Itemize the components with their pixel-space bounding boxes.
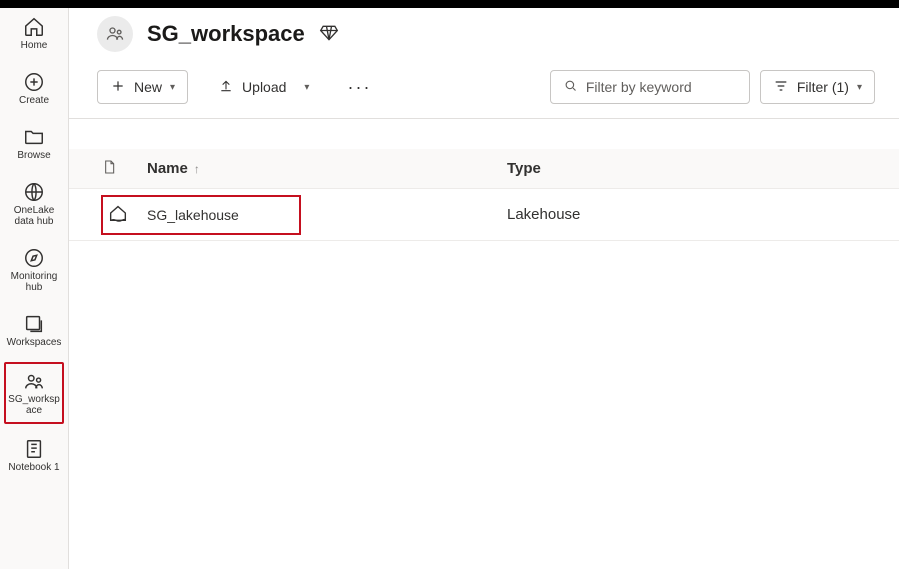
column-label: Name <box>147 160 188 177</box>
nav-label: Create <box>19 95 49 106</box>
filter-icon <box>773 78 789 97</box>
home-icon <box>23 16 45 38</box>
column-type-header[interactable]: Type <box>507 160 899 177</box>
nav-label: OneLake data hub <box>6 205 62 227</box>
column-icon-header[interactable] <box>101 159 147 178</box>
nav-onelake[interactable]: OneLake data hub <box>4 175 64 233</box>
button-label: Filter (1) <box>797 79 849 95</box>
nav-current-workspace[interactable]: SG_workspace <box>4 362 64 424</box>
globe-icon <box>23 181 45 203</box>
notebook-icon <box>23 438 45 460</box>
nav-monitoring[interactable]: Monitoring hub <box>4 241 64 299</box>
button-label: Upload <box>242 79 286 95</box>
page-title: SG_workspace <box>147 21 305 47</box>
new-button[interactable]: New ▾ <box>97 70 188 104</box>
column-name-header[interactable]: Name ↑ <box>147 160 507 177</box>
sort-asc-icon: ↑ <box>194 162 200 176</box>
item-name: SG_lakehouse <box>147 207 239 223</box>
nav-label: Monitoring hub <box>6 271 62 293</box>
main-area: SG_workspace New ▾ Upload ▾ ··· <box>69 0 899 569</box>
more-actions-button[interactable]: ··· <box>339 77 379 98</box>
plus-circle-icon <box>23 71 45 93</box>
highlighted-annotation: SG_lakehouse <box>101 195 301 235</box>
compass-icon <box>23 247 45 269</box>
table-header: Name ↑ Type <box>69 149 899 189</box>
nav-create[interactable]: Create <box>4 65 64 112</box>
button-label: New <box>134 79 162 95</box>
chevron-down-icon: ▾ <box>304 82 309 93</box>
nav-workspaces[interactable]: Workspaces <box>4 307 64 354</box>
nav-browse[interactable]: Browse <box>4 120 64 167</box>
people-icon <box>105 23 125 46</box>
plus-icon <box>110 78 126 97</box>
app-topbar <box>0 0 899 8</box>
search-icon <box>563 78 578 96</box>
nav-label: Workspaces <box>7 337 62 348</box>
upload-icon <box>218 78 234 97</box>
nav-label: Home <box>21 40 48 51</box>
upload-button[interactable]: Upload ▾ <box>206 70 321 104</box>
chevron-down-icon: ▾ <box>170 82 175 93</box>
lakehouse-icon <box>107 202 129 227</box>
workspace-avatar <box>97 16 133 52</box>
items-table: Name ↑ Type SG_lakehouse Lakehouse <box>69 119 899 241</box>
search-input[interactable] <box>586 79 737 95</box>
workspace-toolbar: New ▾ Upload ▾ ··· <box>69 62 899 119</box>
table-row[interactable]: SG_lakehouse Lakehouse <box>69 189 899 241</box>
nav-home[interactable]: Home <box>4 10 64 57</box>
nav-label: SG_workspace <box>8 394 60 416</box>
premium-icon[interactable] <box>319 23 339 46</box>
column-label: Type <box>507 160 541 177</box>
document-icon <box>101 159 117 178</box>
workspace-header: SG_workspace <box>69 0 899 62</box>
nav-label: Notebook 1 <box>8 462 59 473</box>
chevron-down-icon: ▾ <box>857 82 862 93</box>
nav-notebook[interactable]: Notebook 1 <box>4 432 64 479</box>
search-box[interactable] <box>550 70 750 104</box>
filter-button[interactable]: Filter (1) ▾ <box>760 70 875 104</box>
people-icon <box>23 370 45 392</box>
left-nav: Home Create Browse OneLake data hub Moni <box>0 0 69 569</box>
nav-label: Browse <box>17 150 50 161</box>
item-type: Lakehouse <box>507 206 899 223</box>
workspaces-icon <box>23 313 45 335</box>
folder-icon <box>23 126 45 148</box>
